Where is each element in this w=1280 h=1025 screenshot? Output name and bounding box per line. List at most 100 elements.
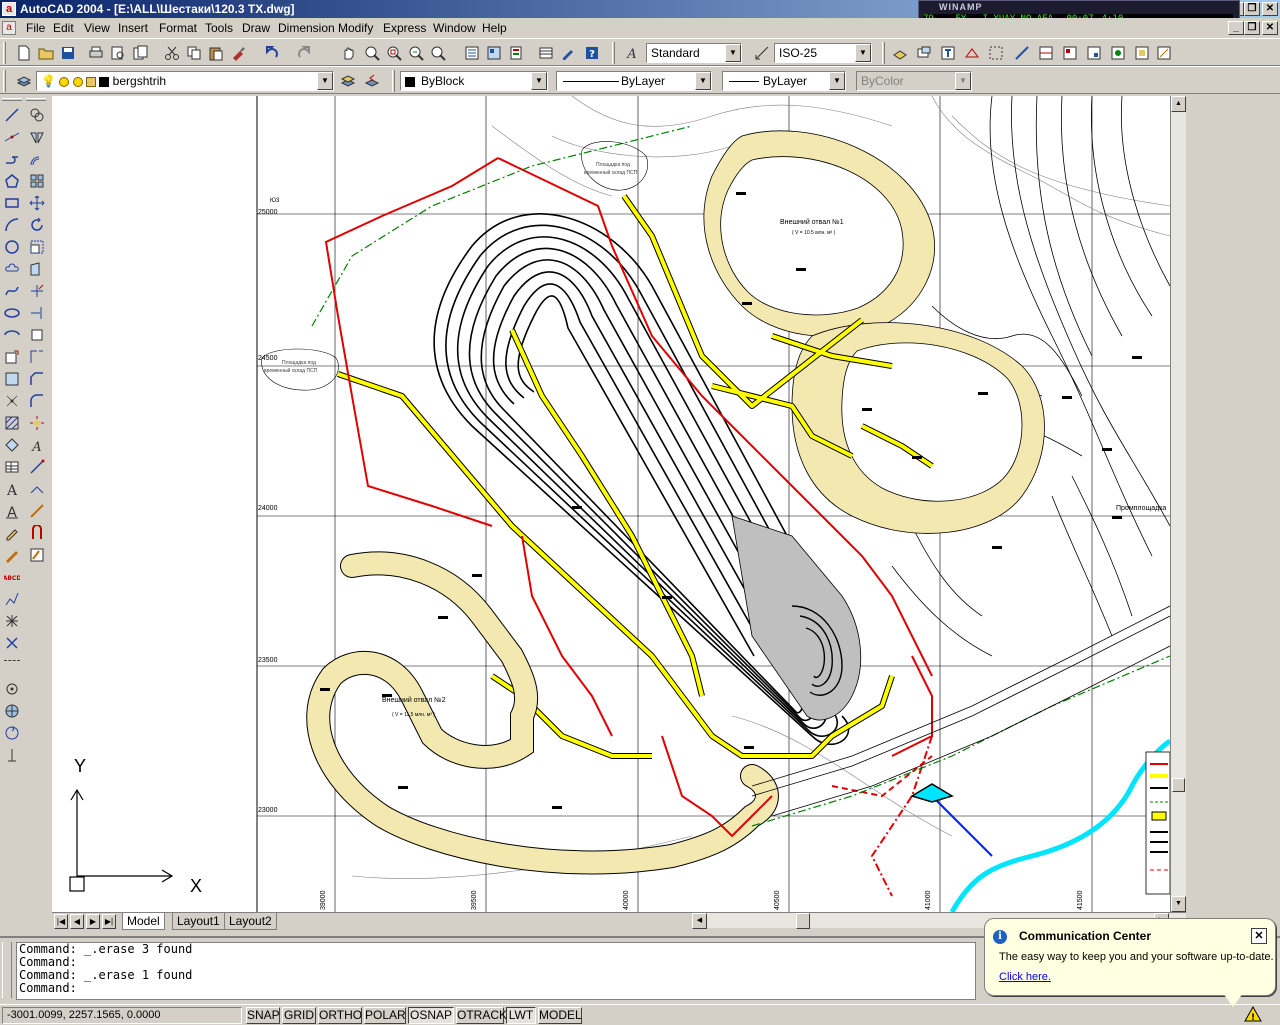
express-modify-icon[interactable]	[962, 43, 982, 63]
polyline-edit-icon[interactable]	[1, 588, 23, 610]
explode-2-icon[interactable]	[26, 412, 48, 434]
orbit-icon[interactable]	[1, 700, 23, 722]
text-style-icon[interactable]: A	[622, 43, 642, 63]
fillet-icon[interactable]	[26, 390, 48, 412]
express-draw-icon[interactable]	[1012, 43, 1032, 63]
move-icon[interactable]	[26, 192, 48, 214]
close-button[interactable]: ✕	[1262, 2, 1278, 16]
join-icon[interactable]	[26, 500, 48, 522]
snap-toggle[interactable]: SNAP	[246, 1007, 280, 1024]
toolbar-grip[interactable]	[612, 42, 615, 64]
menu-edit[interactable]: Edit	[53, 21, 74, 35]
express-layer-icon[interactable]	[890, 43, 910, 63]
restore-button[interactable]: ❐	[1244, 2, 1260, 16]
offset-icon[interactable]	[26, 148, 48, 170]
line-icon[interactable]	[1, 104, 23, 126]
plot-icon[interactable]	[86, 43, 106, 63]
express-block-icon[interactable]	[914, 43, 934, 63]
document-icon[interactable]: a	[2, 21, 16, 35]
doc-restore-button[interactable]: ❐	[1244, 21, 1260, 35]
layer-on-icon[interactable]: 💡	[41, 74, 56, 88]
polyline-icon[interactable]	[1, 148, 23, 170]
edit-text-icon[interactable]	[1, 522, 23, 544]
trim-icon[interactable]	[26, 280, 48, 302]
express-select-icon[interactable]	[986, 43, 1006, 63]
menu-format[interactable]: Format	[159, 21, 197, 35]
region-icon[interactable]	[1, 434, 23, 456]
properties-edit-icon[interactable]	[26, 544, 48, 566]
tab-layout2[interactable]: Layout2	[224, 913, 277, 930]
circle-icon[interactable]	[1, 236, 23, 258]
menu-dimension[interactable]: Dimension	[278, 21, 335, 35]
layer-vp-thaw-icon[interactable]	[72, 76, 83, 87]
tool-palettes-icon[interactable]	[506, 43, 526, 63]
linetype-combo[interactable]: ByLayer ▼	[556, 71, 712, 91]
close-icon[interactable]: ✕	[1251, 928, 1267, 944]
scroll-thumb[interactable]	[796, 913, 810, 929]
autocad-logo-icon[interactable]: a	[2, 2, 16, 16]
model-toggle[interactable]: MODEL	[538, 1007, 582, 1024]
scroll-down-icon[interactable]: ▼	[1171, 896, 1186, 912]
command-prompt[interactable]: Command:	[19, 982, 975, 995]
explode-icon[interactable]	[1, 610, 23, 632]
menu-insert[interactable]: Insert	[118, 21, 148, 35]
layer-manager-icon[interactable]	[14, 71, 34, 91]
text-style-2-icon[interactable]: A	[26, 434, 48, 456]
spell-icon[interactable]	[1, 544, 23, 566]
zoom-realtime-icon[interactable]	[362, 43, 382, 63]
save-icon[interactable]	[58, 43, 78, 63]
arc-icon[interactable]	[1, 214, 23, 236]
express-file-icon[interactable]	[1084, 43, 1104, 63]
construction-line-icon[interactable]	[1, 126, 23, 148]
lineweight-combo[interactable]: ByLayer ▼	[722, 71, 846, 91]
ucs-origin-icon[interactable]	[1, 744, 23, 766]
insert-block-icon[interactable]	[1, 346, 23, 368]
text-style-combo[interactable]: Standard ▼	[646, 43, 742, 63]
osnap-center-icon[interactable]	[1, 678, 23, 700]
undo-icon[interactable]	[262, 43, 282, 63]
stretch-icon[interactable]	[26, 258, 48, 280]
mirror-icon[interactable]	[26, 126, 48, 148]
line-modify-icon[interactable]	[26, 456, 48, 478]
scale-icon[interactable]	[26, 236, 48, 258]
make-current-layer-icon[interactable]	[338, 71, 358, 91]
array-icon[interactable]	[26, 170, 48, 192]
tab-layout1[interactable]: Layout1	[172, 913, 225, 930]
ellipse-icon[interactable]	[1, 302, 23, 324]
ortho-toggle[interactable]: ORTHO	[318, 1007, 362, 1024]
open-icon[interactable]	[36, 43, 56, 63]
coordinates-display[interactable]: -3001.0099, 2257.1565, 0.0000	[2, 1007, 242, 1024]
plot-preview-icon[interactable]	[108, 43, 128, 63]
express-misc-icon[interactable]	[1154, 43, 1174, 63]
point-icon[interactable]	[1, 390, 23, 412]
properties-icon[interactable]	[462, 43, 482, 63]
match-properties-icon[interactable]	[228, 43, 248, 63]
redo-icon[interactable]	[294, 43, 314, 63]
multiline-text-icon[interactable]: A	[1, 478, 23, 500]
command-grip[interactable]	[2, 942, 12, 998]
express-web-icon[interactable]	[1108, 43, 1128, 63]
menu-tools[interactable]: Tools	[205, 21, 233, 35]
dbconnect-icon[interactable]	[536, 43, 556, 63]
menu-draw[interactable]: Draw	[242, 21, 270, 35]
layer-combo[interactable]: 💡 bergshtrih ▼	[36, 71, 334, 91]
chevron-down-icon[interactable]: ▼	[531, 72, 547, 90]
dim-style-icon[interactable]	[752, 43, 772, 63]
markup-icon[interactable]	[558, 43, 578, 63]
designcenter-icon[interactable]	[484, 43, 504, 63]
menu-window[interactable]: Window	[433, 21, 476, 35]
drawing-canvas[interactable]: Внешний отвал №1 ( V = 10.5 млн. м³ ) Вн…	[52, 96, 1170, 912]
break-icon[interactable]	[26, 346, 48, 368]
break-at-point-icon[interactable]	[26, 324, 48, 346]
lengthen-icon[interactable]	[26, 478, 48, 500]
vertical-scrollbar[interactable]: ▲ ▼	[1170, 96, 1186, 912]
toolbar-grip[interactable]	[3, 70, 6, 92]
menu-view[interactable]: View	[84, 21, 110, 35]
scroll-thumb[interactable]	[1172, 778, 1185, 792]
paste-icon[interactable]	[206, 43, 226, 63]
otrack-toggle[interactable]: OTRACK	[456, 1007, 507, 1024]
comm-center-icon[interactable]: !	[1244, 1005, 1262, 1023]
revision-cloud-icon[interactable]	[1, 258, 23, 280]
doc-minimize-button[interactable]: _	[1228, 21, 1244, 35]
scroll-up-icon[interactable]: ▲	[1171, 96, 1186, 112]
